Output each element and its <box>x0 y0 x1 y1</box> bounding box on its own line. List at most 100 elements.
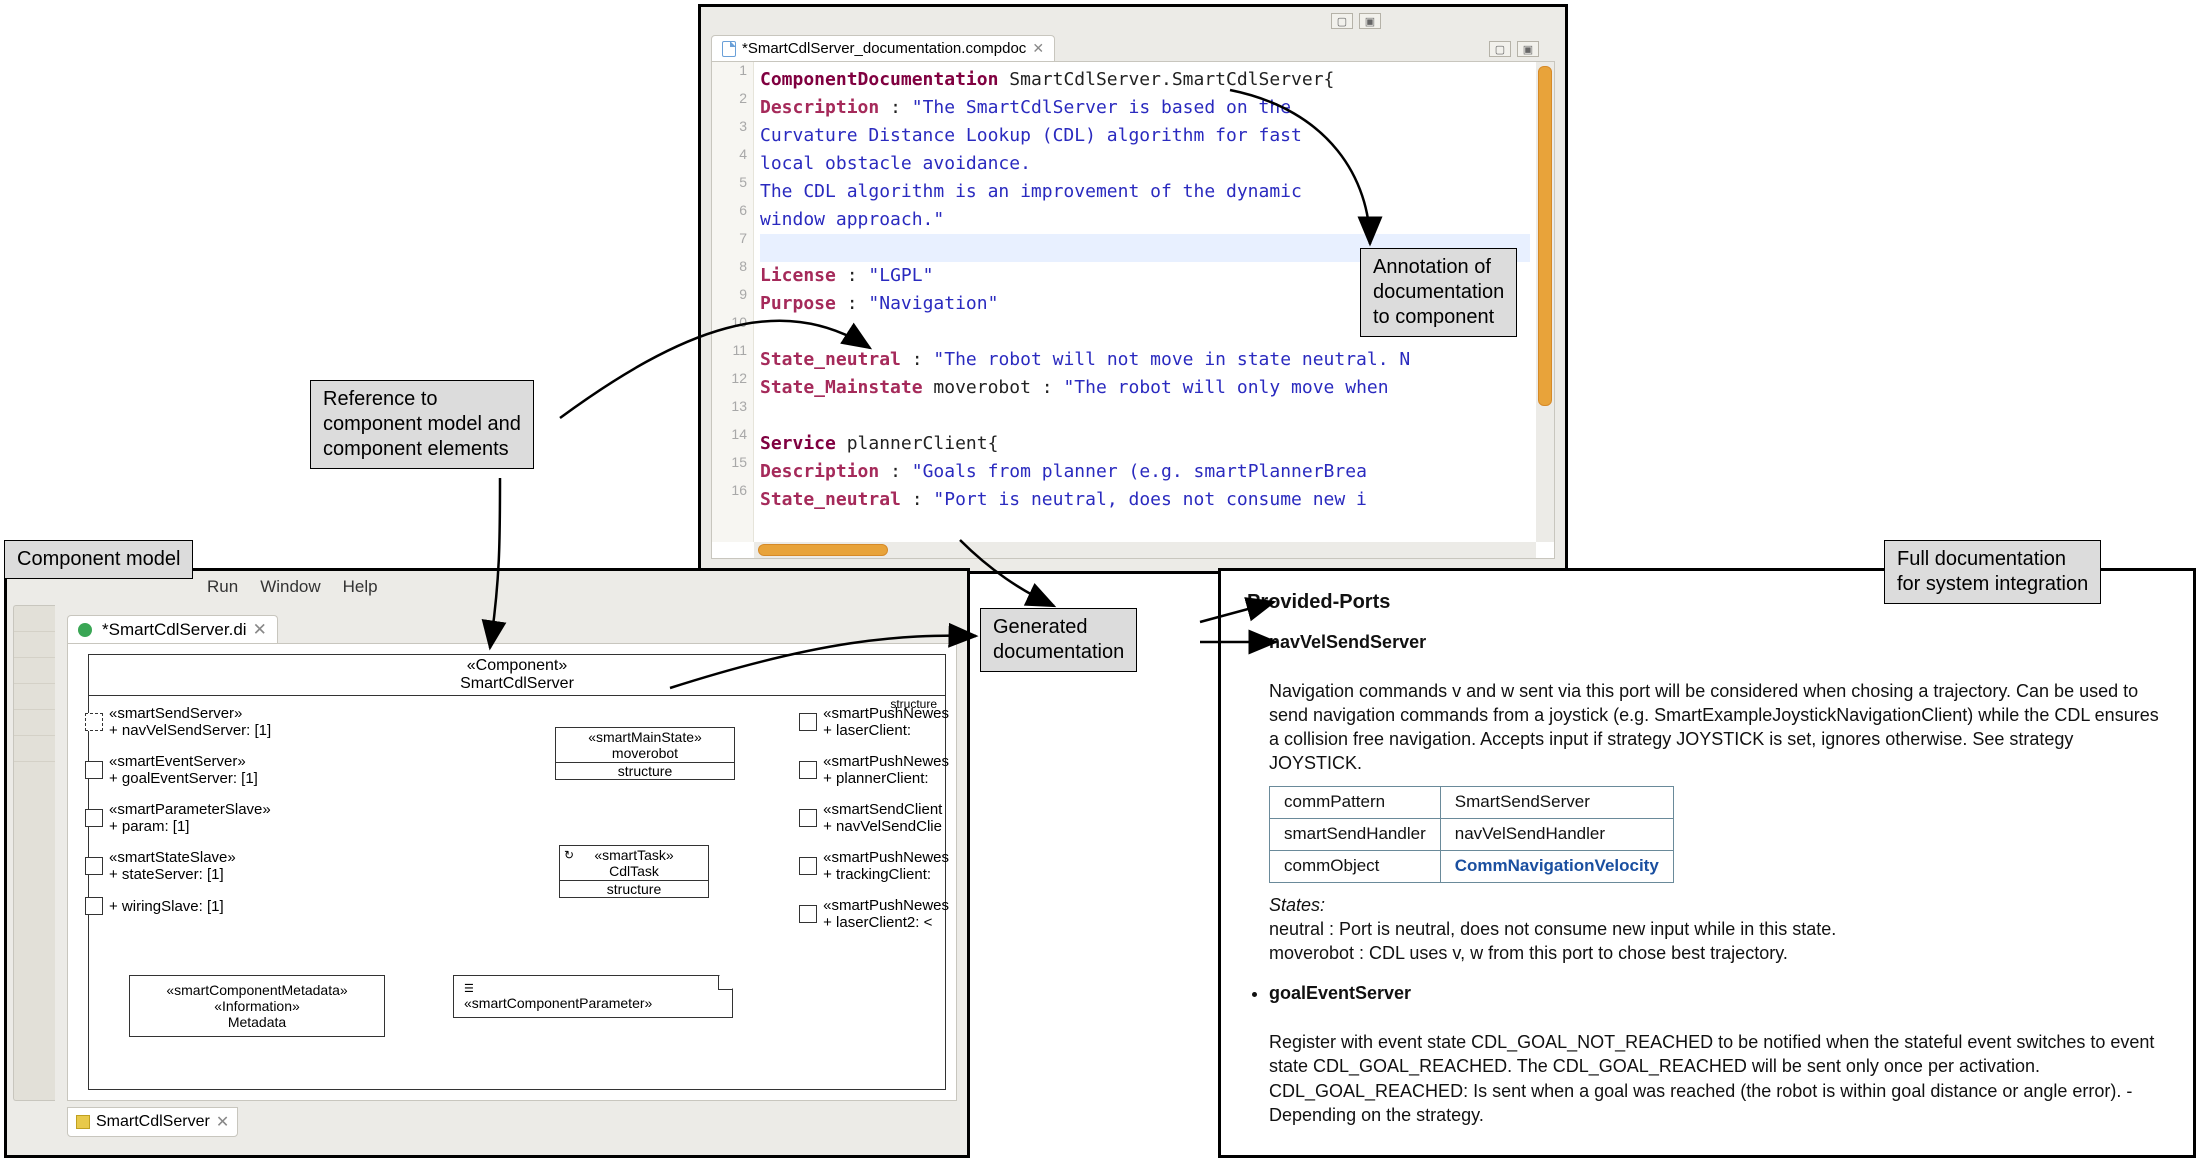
state-line: moverobot : CDL uses v, w from this port… <box>1269 941 2167 965</box>
port1-table: commPatternSmartSendServersmartSendHandl… <box>1269 786 1674 883</box>
port[interactable]: «smartParameterSlave»+ param: [1] <box>79 799 277 837</box>
port1-name: navVelSendServer <box>1269 630 2167 654</box>
code-line[interactable]: Description : "Goals from planner (e.g. … <box>760 458 1530 486</box>
canvas-tab[interactable]: *SmartCdlServer.di ✕ <box>67 615 278 644</box>
port-icon <box>85 809 103 827</box>
port-icon <box>85 897 103 915</box>
editor-tab-label: *SmartCdlServer_documentation.compdoc <box>742 40 1026 57</box>
canvas-tab-close[interactable]: ✕ <box>253 620 267 640</box>
minimize-icon[interactable]: ▢ <box>1331 13 1353 29</box>
mainstate-sub: structure <box>556 763 734 779</box>
table-row: commObject CommNavigationVelocity <box>1270 850 1674 882</box>
vertical-scroll-thumb[interactable] <box>1538 66 1552 406</box>
inner-window-buttons: ▢ ▣ <box>1489 41 1539 57</box>
port-label: «smartPushNewes+ trackingClient: <box>823 849 949 883</box>
minimize-icon[interactable]: ▢ <box>1489 41 1511 57</box>
port-icon <box>799 713 817 731</box>
port-label: «smartEventServer»+ goalEventServer: [1] <box>109 753 258 787</box>
port-icon <box>799 761 817 779</box>
metadata-line1: «smartComponentMetadata» <box>140 982 374 998</box>
model-panel: Run Window Help *SmartCdlServer.di ✕ «Co… <box>4 568 970 1158</box>
table-key: commPattern <box>1270 786 1441 818</box>
metadata-note[interactable]: «smartComponentMetadata» «Information» M… <box>129 975 385 1037</box>
callout-annotation: Annotation of documentation to component <box>1360 248 1517 337</box>
code-line[interactable]: Service plannerClient{ <box>760 430 1530 458</box>
port-label: «smartParameterSlave»+ param: [1] <box>109 801 271 835</box>
table-key: commObject <box>1270 850 1441 882</box>
table-key: smartSendHandler <box>1270 818 1441 850</box>
papyrus-icon <box>78 623 92 637</box>
editor-tab-close[interactable]: ✕ <box>1032 40 1044 57</box>
metadata-line2: «Information» <box>140 998 374 1014</box>
diagram-canvas[interactable]: «Component» SmartCdlServer structure «sm… <box>67 643 957 1101</box>
code-line[interactable]: ComponentDocumentation SmartCdlServer.Sm… <box>760 66 1530 94</box>
port-label: «smartPushNewes+ laserClient2: < <box>823 897 949 931</box>
port[interactable]: «smartStateSlave»+ stateServer: [1] <box>79 847 277 885</box>
table-value: navVelSendHandler <box>1440 818 1673 850</box>
code-line[interactable]: State_neutral : "The robot will not move… <box>760 346 1530 374</box>
maximize-icon[interactable]: ▣ <box>1517 41 1539 57</box>
port-icon <box>85 857 103 875</box>
vertical-scrollbar[interactable] <box>1536 62 1554 542</box>
model-background: Run Window Help *SmartCdlServer.di ✕ «Co… <box>7 571 967 1155</box>
port2-description: Register with event state CDL_GOAL_NOT_R… <box>1269 1030 2167 1127</box>
port-icon <box>799 857 817 875</box>
line-number-gutter: 12345678910111213141516 <box>712 62 754 542</box>
menu-item[interactable]: Run <box>207 577 238 597</box>
port-icon <box>85 713 103 731</box>
horizontal-scroll-thumb[interactable] <box>758 544 888 556</box>
code-line[interactable]: Description : "The SmartCdlServer is bas… <box>760 94 1530 122</box>
task-name: CdlTask <box>609 863 659 879</box>
code-line[interactable]: State_Mainstate moverobot : "The robot w… <box>760 374 1530 402</box>
right-port-column: «smartPushNewes+ laserClient: «smartPush… <box>793 703 955 933</box>
code-line[interactable]: State_neutral : "Port is neutral, does n… <box>760 486 1530 514</box>
code-line[interactable] <box>760 402 1530 430</box>
callout-reference: Reference to component model and compone… <box>310 380 534 469</box>
port-icon <box>85 761 103 779</box>
mainstate-box[interactable]: «smartMainState»moverobot structure <box>555 727 735 780</box>
task-sub: structure <box>560 881 708 897</box>
component-stereotype: «Component» <box>467 657 568 674</box>
outer-window-buttons: ▢ ▣ <box>1331 13 1381 29</box>
port[interactable]: «smartEventServer»+ goalEventServer: [1] <box>79 751 277 789</box>
port[interactable]: + wiringSlave: [1] <box>79 895 277 917</box>
table-value: CommNavigationVelocity <box>1440 850 1673 882</box>
callout-component-model: Component model <box>4 540 193 579</box>
editor-tab[interactable]: *SmartCdlServer_documentation.compdoc ✕ <box>711 35 1055 61</box>
port-label: + wiringSlave: [1] <box>109 898 224 915</box>
doc-content: Provided-Ports navVelSendServer Navigati… <box>1221 571 2193 1155</box>
component-box[interactable]: «Component» SmartCdlServer structure «sm… <box>88 654 946 1090</box>
port[interactable]: «smartPushNewes+ trackingClient: <box>793 847 955 885</box>
port[interactable]: «smartSendClient+ navVelSendClie <box>793 799 955 837</box>
port-label: «smartSendClient+ navVelSendClie <box>823 801 942 835</box>
port[interactable]: «smartPushNewes+ plannerClient: <box>793 751 955 789</box>
left-port-column: «smartSendServer»+ navVelSendServer: [1]… <box>79 703 277 917</box>
menu-item[interactable]: Help <box>343 577 378 597</box>
port[interactable]: «smartSendServer»+ navVelSendServer: [1] <box>79 703 277 741</box>
callout-generated: Generated documentation <box>980 608 1137 672</box>
maximize-icon[interactable]: ▣ <box>1359 13 1381 29</box>
callout-full-doc: Full documentation for system integratio… <box>1884 540 2101 604</box>
horizontal-scrollbar[interactable] <box>754 542 1536 558</box>
parameter-note[interactable]: ☰ «smartComponentParameter» <box>453 975 733 1018</box>
bottom-tab-label: SmartCdlServer <box>96 1113 210 1131</box>
port[interactable]: «smartPushNewes+ laserClient: <box>793 703 955 741</box>
code-line[interactable]: local obstacle avoidance. <box>760 150 1530 178</box>
doc-link[interactable]: CommNavigationVelocity <box>1455 856 1659 875</box>
code-line[interactable]: The CDL algorithm is an improvement of t… <box>760 178 1530 206</box>
bottom-tab[interactable]: SmartCdlServer ✕ <box>67 1107 238 1137</box>
menu-item[interactable]: Window <box>260 577 320 597</box>
port-label: «smartPushNewes+ laserClient: <box>823 705 949 739</box>
port-icon <box>799 809 817 827</box>
states-label: States: <box>1269 893 2167 917</box>
file-icon <box>722 41 736 57</box>
code-line[interactable]: Curvature Distance Lookup (CDL) algorith… <box>760 122 1530 150</box>
component-name: SmartCdlServer <box>460 675 574 692</box>
code-line[interactable]: window approach." <box>760 206 1530 234</box>
task-box[interactable]: ↻ «smartTask»CdlTask structure <box>559 845 709 898</box>
bottom-tab-close[interactable]: ✕ <box>216 1112 229 1132</box>
parameter-line1: «smartComponentParameter» <box>464 995 722 1011</box>
model-toolbar[interactable] <box>13 605 55 1101</box>
port2-name: goalEventServer <box>1269 981 2167 1005</box>
port[interactable]: «smartPushNewes+ laserClient2: < <box>793 895 955 933</box>
